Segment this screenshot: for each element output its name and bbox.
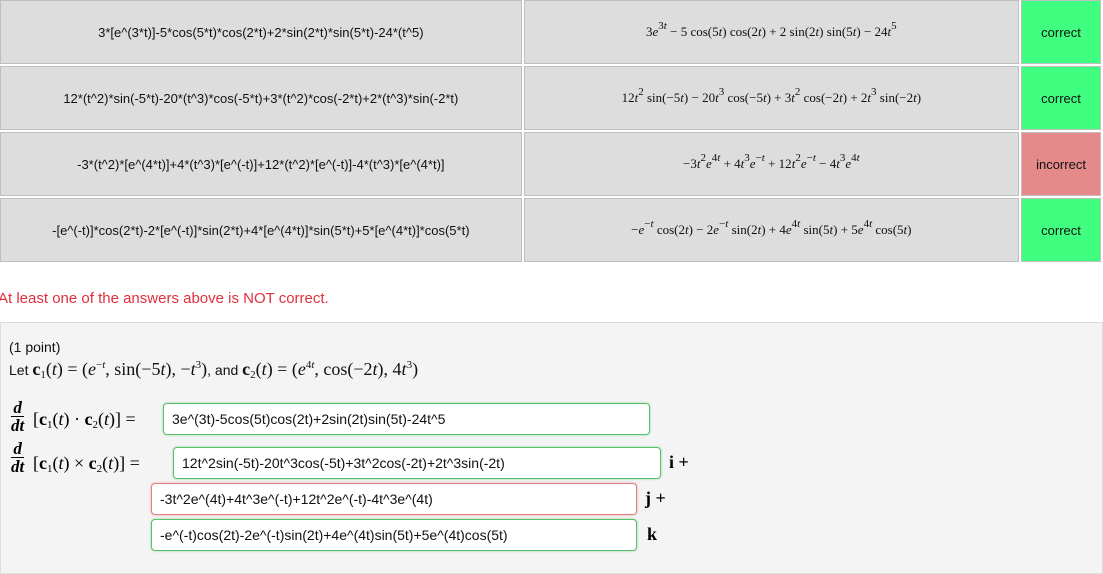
entered-answer: 12*(t^2)*sin(-5*t)-20*(t^3)*cos(-5*t)+3*…: [0, 66, 522, 130]
result-row: 3*[e^(3*t)]-5*cos(5*t)*cos(2*t)+2*sin(2*…: [0, 0, 1101, 64]
answer-preview: 12t2 sin(−5t) − 20t3 cos(−5t) + 3t2 cos(…: [523, 66, 1020, 130]
results-table: 3*[e^(3*t)]-5*cos(5*t)*cos(2*t)+2*sin(2*…: [0, 0, 1103, 264]
problem-box: (1 point) Let c1(t) = (e−t, sin(−5t), −t…: [0, 322, 1103, 574]
result-status-badge: correct: [1021, 66, 1101, 130]
answer-preview: −3t2e4t + 4t3e−t + 12t2e−t − 4t3e4t: [523, 132, 1020, 196]
cross-k-answer-input[interactable]: [151, 519, 637, 551]
problem-statement: Let c1(t) = (e−t, sin(−5t), −t3), and c2…: [9, 359, 419, 381]
result-status-badge: correct: [1021, 198, 1101, 262]
cross-j-answer-input[interactable]: [151, 483, 637, 515]
result-row: -3*(t^2)*[e^(4*t)]+4*(t^3)*[e^(-t)]+12*(…: [0, 132, 1101, 196]
deriv-numerator: d: [11, 399, 25, 417]
i-unit-label: i +: [669, 452, 689, 472]
answer-preview: −e−t cos(2t) − 2e−t sin(2t) + 4e4t sin(5…: [523, 198, 1020, 262]
dot-product-answer-input[interactable]: [163, 403, 650, 435]
deriv-denominator: dt: [11, 457, 25, 476]
deriv-numerator: d: [11, 440, 25, 458]
feedback-message: At least one of the answers above is NOT…: [0, 290, 329, 307]
dot-product-lhs: [c1(t) · c2(t)] =: [33, 409, 136, 431]
c2-definition: c2(t) = (e4t, cos(−2t), 4t3): [242, 359, 419, 381]
j-unit-label: j +: [645, 488, 666, 508]
derivative-operator: d dt: [11, 399, 25, 435]
result-status-badge: incorrect: [1021, 132, 1101, 196]
entered-answer: 3*[e^(3*t)]-5*cos(5*t)*cos(2*t)+2*sin(2*…: [0, 0, 522, 64]
cross-product-lhs: [c1(t) × c2(t)] =: [33, 453, 140, 475]
c1-definition: c1(t) = (e−t, sin(−5t), −t3): [32, 359, 208, 381]
answer-preview: 3e3t − 5 cos(5t) cos(2t) + 2 sin(2t) sin…: [523, 0, 1020, 64]
derivative-operator-2: d dt: [11, 440, 25, 476]
result-status-badge: correct: [1021, 0, 1101, 64]
result-row: -[e^(-t)]*cos(2*t)-2*[e^(-t)]*sin(2*t)+4…: [0, 198, 1101, 262]
deriv-denominator: dt: [11, 416, 25, 435]
k-unit-label: k: [647, 524, 658, 544]
problem-points: (1 point): [9, 339, 61, 355]
entered-answer: -3*(t^2)*[e^(4*t)]+4*(t^3)*[e^(-t)]+12*(…: [0, 132, 522, 196]
let-text: Let: [9, 362, 29, 378]
and-text: , and: [207, 362, 239, 378]
result-row: 12*(t^2)*sin(-5*t)-20*(t^3)*cos(-5*t)+3*…: [0, 66, 1101, 130]
entered-answer: -[e^(-t)]*cos(2*t)-2*[e^(-t)]*sin(2*t)+4…: [0, 198, 522, 262]
cross-i-answer-input[interactable]: [173, 447, 661, 479]
